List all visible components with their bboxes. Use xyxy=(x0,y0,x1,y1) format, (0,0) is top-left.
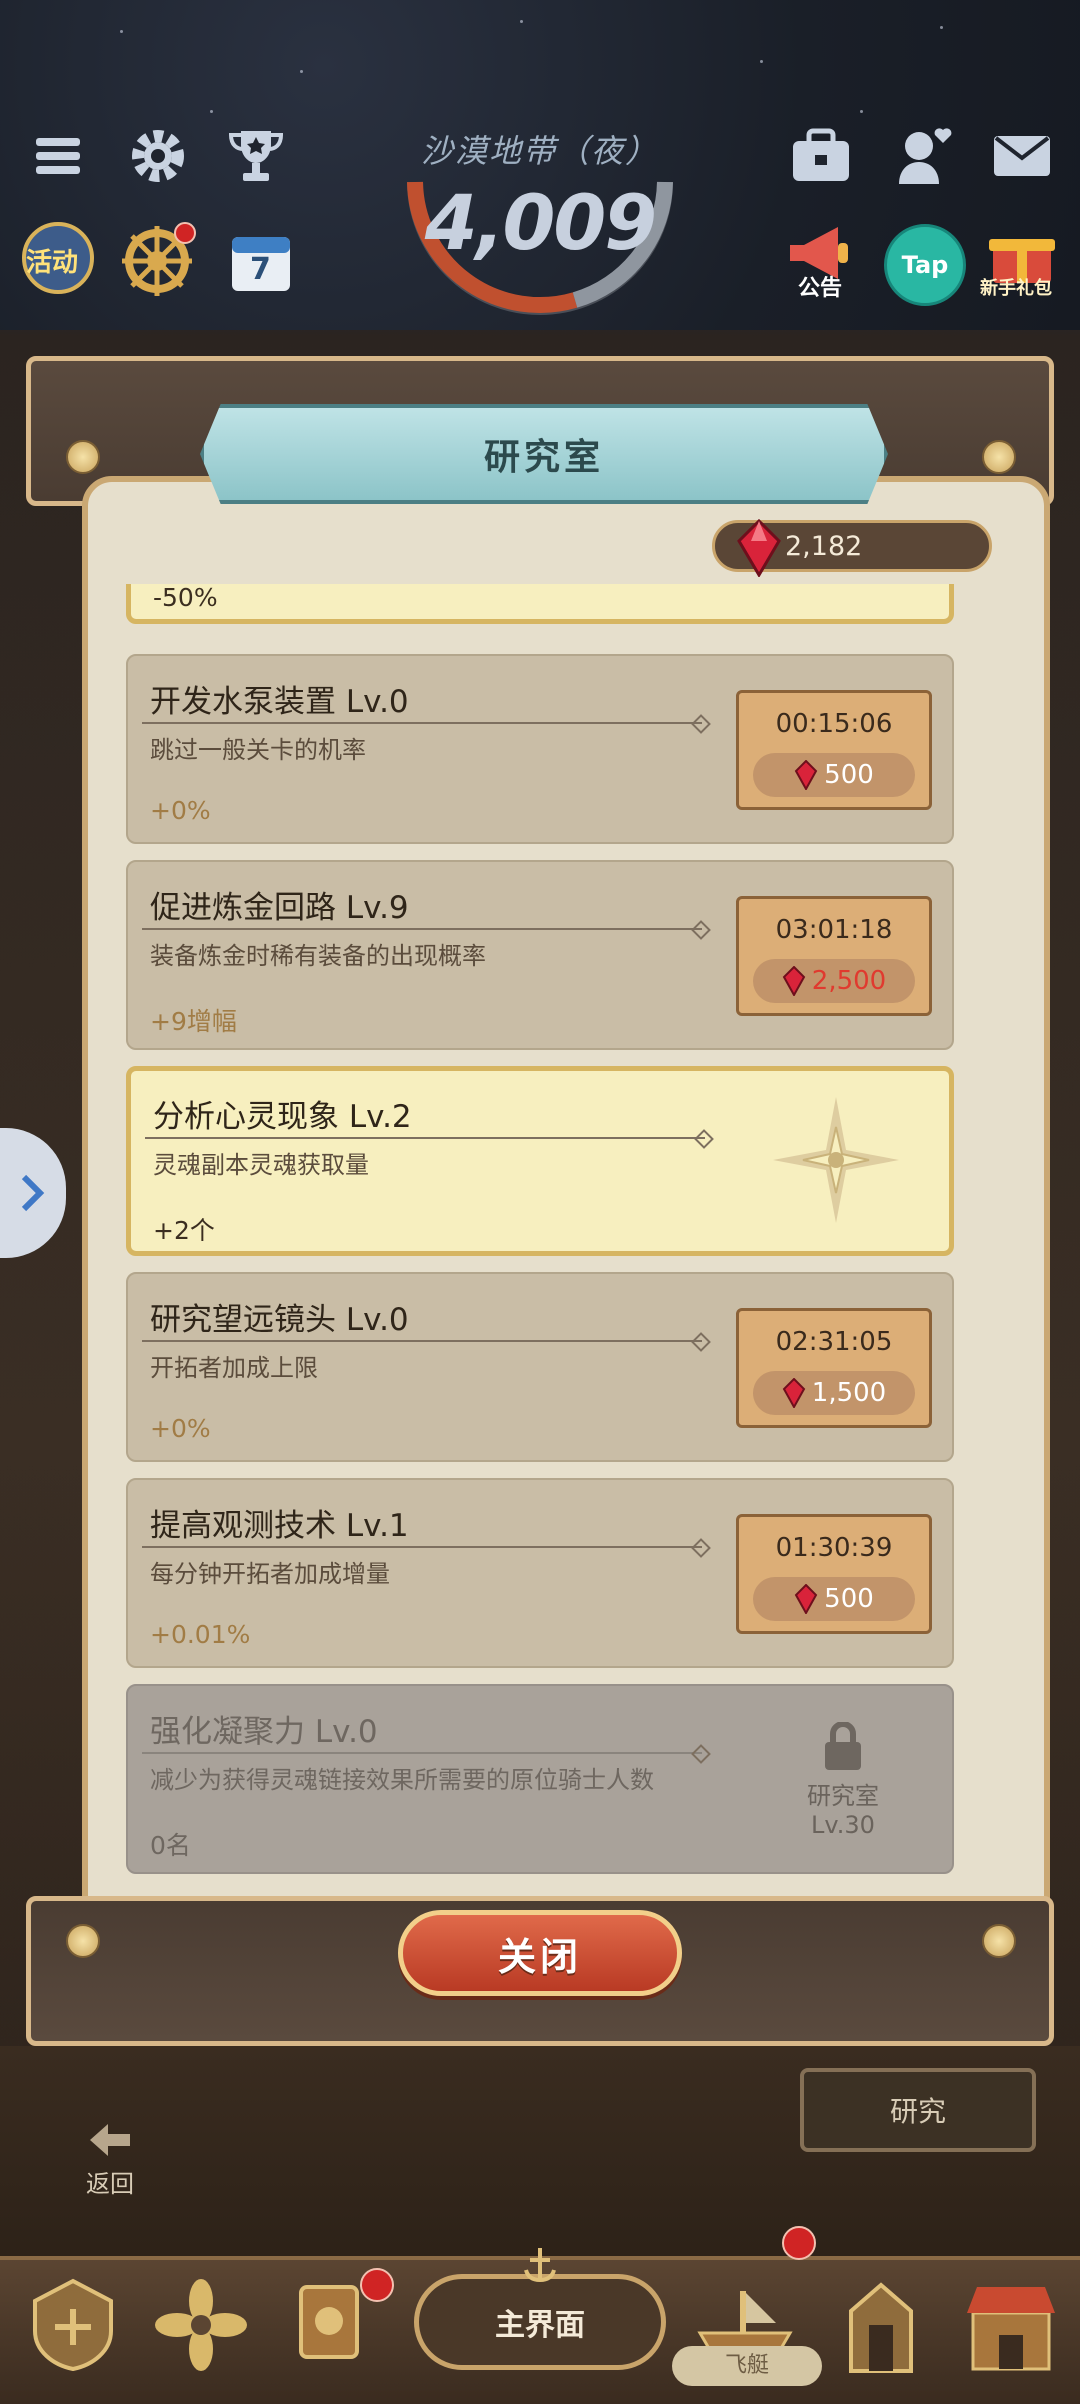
upgrade-timer: 03:01:18 xyxy=(775,915,893,945)
red-gem-icon xyxy=(794,760,818,790)
trophy-icon[interactable] xyxy=(222,122,290,190)
calendar-day: 7 xyxy=(250,252,271,287)
divider xyxy=(145,1137,705,1139)
item-name: 促进炼金回路 Lv.9 xyxy=(150,890,409,926)
list-item-partial: -50% xyxy=(126,584,954,624)
back-button[interactable]: 返回 xyxy=(70,2120,150,2199)
upgrade-timer: 01:30:39 xyxy=(775,1533,893,1563)
upgrade-button[interactable]: 00:15:06 500 xyxy=(736,690,932,810)
bolt xyxy=(982,440,1016,474)
close-label: 关闭 xyxy=(497,1934,582,1979)
nav-shield-icon[interactable] xyxy=(18,2270,128,2380)
upgrade-cost: 500 xyxy=(753,753,915,797)
unlock-requirement: 研究室 Lv.30 xyxy=(768,1722,918,1839)
item-name: 分析心灵现象 Lv.2 xyxy=(153,1099,412,1135)
research-label: 研究 xyxy=(889,2095,946,2128)
nav-castle-door-icon[interactable] xyxy=(826,2270,936,2380)
item-desc: 装备炼金时稀有装备的出现概率 xyxy=(150,942,486,970)
item-name: 开发水泵装置 Lv.0 xyxy=(150,684,409,720)
lock-icon xyxy=(825,1722,861,1770)
item-effect: 0名 xyxy=(150,1831,191,1860)
red-gem-icon xyxy=(794,1584,818,1614)
red-gem-icon xyxy=(782,966,806,996)
divider xyxy=(142,1546,702,1548)
cost-value: 500 xyxy=(824,1584,874,1614)
cost-value: 1,500 xyxy=(811,1378,887,1408)
nav-propeller-icon[interactable] xyxy=(146,2270,256,2380)
bolt xyxy=(66,1924,100,1958)
item-name: 提高观测技术 Lv.1 xyxy=(150,1508,409,1544)
research-item-observation[interactable]: 提高观测技术 Lv.1 每分钟开拓者加成增量 +0.01% 01:30:39 5… xyxy=(126,1478,954,1668)
lock-building: 研究室 xyxy=(807,1782,879,1810)
notification-dot xyxy=(782,2226,816,2260)
panel-title: 研究室 xyxy=(483,437,604,478)
cost-value-insufficient: 2,500 xyxy=(811,966,887,996)
item-effect: +0.01% xyxy=(150,1620,251,1649)
research-list[interactable]: -50% 开发水泵装置 Lv.0 跳过一般关卡的机率 +0% 00:15:06 … xyxy=(126,584,954,1884)
upgrade-cost: 2,500 xyxy=(753,959,915,1003)
upgrade-button[interactable]: 02:31:05 1,500 xyxy=(736,1308,932,1428)
nav-shop-icon[interactable] xyxy=(956,2270,1066,2380)
notification-dot xyxy=(360,2268,394,2302)
research-item-spirit-analysis[interactable]: 分析心灵现象 Lv.2 灵魂副本灵魂获取量 +2个 xyxy=(126,1066,954,1256)
notice-label: 公告 xyxy=(798,276,843,301)
gem-balance: 2,182 xyxy=(712,519,992,577)
menu-icon[interactable] xyxy=(30,128,86,184)
item-desc: 灵魂副本灵魂获取量 xyxy=(153,1151,369,1179)
anchor-icon xyxy=(524,2248,556,2283)
item-desc: 跳过一般关卡的机率 xyxy=(150,736,366,764)
item-desc: 开拓者加成上限 xyxy=(150,1354,318,1382)
item-desc: 每分钟开拓者加成增量 xyxy=(150,1560,390,1588)
item-effect: +0% xyxy=(150,1414,211,1443)
arrow-left-icon xyxy=(90,2124,130,2156)
inventory-chest-icon[interactable] xyxy=(786,122,856,192)
bolt xyxy=(982,1924,1016,1958)
tap-label: Tap xyxy=(901,251,949,279)
cost-value: 500 xyxy=(824,760,874,790)
close-button[interactable]: 关闭 xyxy=(398,1910,682,1996)
notification-dot xyxy=(174,222,196,244)
upgrade-timer: 00:15:06 xyxy=(775,709,893,739)
airship-label: 飞艇 xyxy=(672,2346,822,2386)
newbie-label: 新手礼包 xyxy=(980,278,1052,299)
events-label: 活动 xyxy=(26,248,79,278)
upgrade-cost: 500 xyxy=(753,1577,915,1621)
red-gem-icon xyxy=(782,1378,806,1408)
research-item-alchemy-circuit[interactable]: 促进炼金回路 Lv.9 装备炼金时稀有装备的出现概率 +9增幅 03:01:18… xyxy=(126,860,954,1050)
upgrade-timer: 02:31:05 xyxy=(775,1327,893,1357)
research-item-telescope[interactable]: 研究望远镜头 Lv.0 开拓者加成上限 +0% 02:31:05 1,500 xyxy=(126,1272,954,1462)
research-item-water-pump[interactable]: 开发水泵装置 Lv.0 跳过一般关卡的机率 +0% 00:15:06 500 xyxy=(126,654,954,844)
compass-icon xyxy=(773,1097,899,1223)
bolt xyxy=(66,440,100,474)
item-effect: +9增幅 xyxy=(150,1007,237,1036)
divider xyxy=(142,722,702,724)
main-label: 主界面 xyxy=(495,2308,585,2343)
score-counter: 4,009 xyxy=(424,178,657,267)
mail-icon[interactable] xyxy=(990,128,1054,184)
research-button[interactable]: 研究 xyxy=(800,2068,1036,2152)
settings-gear-icon[interactable] xyxy=(124,122,192,190)
item-effect: -50% xyxy=(153,584,218,612)
tap-logo[interactable]: Tap xyxy=(884,224,966,306)
divider xyxy=(142,1340,702,1342)
item-name: 研究望远镜头 Lv.0 xyxy=(150,1302,409,1338)
gem-amount: 2,182 xyxy=(785,530,863,562)
item-effect: +0% xyxy=(150,796,211,825)
main-screen-button[interactable]: 主界面 xyxy=(414,2274,666,2370)
friends-icon[interactable] xyxy=(892,120,962,190)
area-name: 沙漠地带（夜） xyxy=(420,132,659,170)
red-gem-icon xyxy=(737,519,781,577)
back-label: 返回 xyxy=(86,2170,134,2198)
upgrade-cost: 1,500 xyxy=(753,1371,915,1415)
lock-level: Lv.30 xyxy=(811,1811,875,1839)
divider xyxy=(142,1752,702,1754)
item-effect: +2个 xyxy=(153,1216,215,1245)
panel-title-plate: 研究室 xyxy=(200,404,888,504)
item-desc: 减少为获得灵魂链接效果所需要的原位骑士人数 xyxy=(150,1766,654,1794)
item-name: 强化凝聚力 Lv.0 xyxy=(150,1714,378,1750)
divider xyxy=(142,928,702,930)
research-item-cohesion-locked: 强化凝聚力 Lv.0 减少为获得灵魂链接效果所需要的原位骑士人数 0名 研究室 … xyxy=(126,1684,954,1874)
upgrade-button[interactable]: 03:01:18 2,500 xyxy=(736,896,932,1016)
upgrade-button[interactable]: 01:30:39 500 xyxy=(736,1514,932,1634)
